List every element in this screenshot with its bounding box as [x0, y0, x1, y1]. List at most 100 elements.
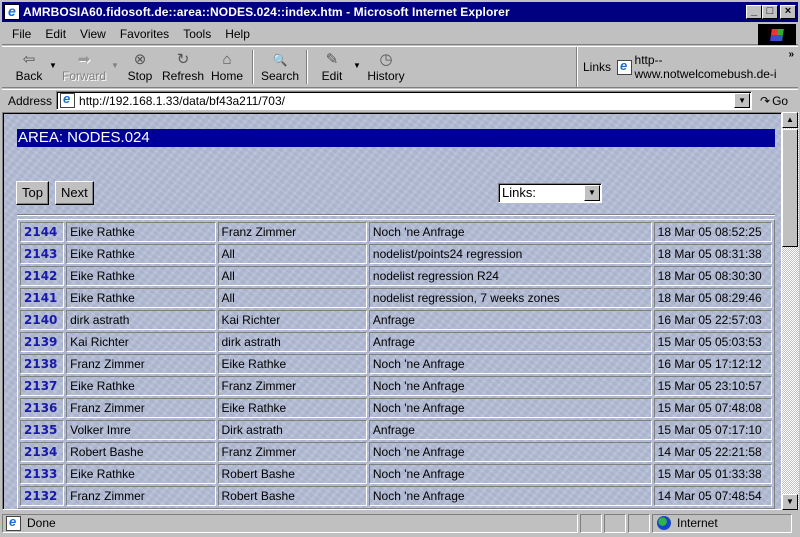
message-date: 18 Mar 05 08:52:25	[653, 222, 772, 242]
links-select-dropdown-button[interactable]: ▼	[584, 185, 600, 201]
search-icon: 🔍	[272, 53, 288, 67]
message-date: 15 Mar 05 05:03:53	[653, 332, 772, 352]
scroll-thumb[interactable]	[782, 129, 798, 247]
menu-view[interactable]: View	[73, 27, 113, 41]
links-label: Links	[583, 60, 612, 74]
message-to: Franz Zimmer	[217, 376, 367, 396]
message-row: 2136 Franz Zimmer Eike Rathke Noch 'ne Anfr…	[20, 398, 772, 418]
status-bar: Done Internet	[2, 512, 798, 534]
menu-favorites[interactable]: Favorites	[113, 27, 176, 41]
message-date: 15 Mar 05 07:17:10	[653, 420, 772, 440]
menu-file[interactable]: File	[2, 27, 38, 41]
message-row: 2132 Franz Zimmer Robert Bashe Noch 'ne Anf…	[20, 486, 772, 506]
divider	[17, 214, 775, 216]
message-subject: nodelist regression, 7 weeks zones	[368, 288, 652, 308]
stop-icon: ⊗	[133, 51, 147, 68]
message-from: Franz Zimmer	[66, 486, 216, 506]
message-subject: Anfrage	[368, 310, 652, 330]
maximize-button[interactable]: □	[762, 5, 778, 19]
message-from: Eike Rathke	[66, 288, 216, 308]
scroll-up-button[interactable]: ▲	[782, 112, 798, 128]
message-from: Kai Richter	[66, 332, 216, 352]
message-from: Eike Rathke	[66, 266, 216, 286]
top-button[interactable]: Top	[16, 181, 49, 205]
history-button[interactable]: ◷ History	[362, 47, 410, 87]
message-number-link[interactable]: 2139	[20, 332, 65, 352]
back-arrow-icon: ⇦	[22, 51, 36, 68]
message-to: Franz Zimmer	[217, 222, 367, 242]
next-button[interactable]: Next	[55, 181, 94, 205]
forward-arrow-icon: ➡	[77, 51, 91, 68]
message-date: 15 Mar 05 01:33:38	[653, 464, 772, 484]
ie-page-icon	[617, 58, 632, 75]
message-subject: Anfrage	[368, 332, 652, 352]
forward-dropdown-icon[interactable]: ▼	[110, 47, 120, 87]
address-bar: Address http://192.168.1.33/data/bf43a21…	[2, 89, 798, 111]
message-to: Eike Rathke	[217, 398, 367, 418]
forward-button[interactable]: ➡ Forward	[58, 47, 110, 87]
message-number-link[interactable]: 2133	[20, 464, 65, 484]
go-arrow-icon: ↷	[760, 93, 771, 108]
message-number-link[interactable]: 2141	[20, 288, 65, 308]
home-button[interactable]: ⌂ Home	[206, 47, 248, 87]
menu-edit[interactable]: Edit	[38, 27, 73, 41]
message-number-link[interactable]: 2143	[20, 244, 65, 264]
go-button[interactable]: ↷ Go	[760, 94, 788, 108]
message-from: Franz Zimmer	[66, 398, 216, 418]
back-label: Back	[15, 69, 43, 83]
links-bar: Links http--www.notwelcomebush.de-i »	[576, 47, 798, 87]
menu-help[interactable]: Help	[218, 27, 257, 41]
message-number-link[interactable]: 2132	[20, 486, 65, 506]
minimize-button[interactable]: _	[746, 5, 762, 19]
back-dropdown-icon[interactable]: ▼	[48, 47, 58, 87]
message-to: All	[217, 288, 367, 308]
message-from: Robert Bashe	[66, 442, 216, 462]
message-to: Robert Bashe	[217, 486, 367, 506]
refresh-label: Refresh	[161, 69, 205, 83]
edit-dropdown-icon[interactable]: ▼	[352, 47, 362, 87]
links-select[interactable]: Links: ▼	[498, 183, 602, 203]
message-number-link[interactable]: 2135	[20, 420, 65, 440]
address-url[interactable]: http://192.168.1.33/data/bf43a211/703/	[79, 94, 285, 108]
menu-tools[interactable]: Tools	[176, 27, 218, 41]
back-button[interactable]: ⇦ Back	[10, 47, 48, 87]
refresh-button[interactable]: ↻ Refresh	[160, 47, 206, 87]
history-label: History	[367, 69, 405, 83]
search-label: Search	[260, 69, 300, 83]
message-from: Eike Rathke	[66, 376, 216, 396]
message-number-link[interactable]: 2138	[20, 354, 65, 374]
address-input[interactable]: http://192.168.1.33/data/bf43a211/703/ ▼	[56, 91, 753, 110]
message-number-link[interactable]: 2144	[20, 222, 65, 242]
message-number-link[interactable]: 2137	[20, 376, 65, 396]
toolbar-separator	[252, 50, 254, 84]
zone-label: Internet	[677, 516, 718, 530]
message-number-link[interactable]: 2134	[20, 442, 65, 462]
home-label: Home	[210, 69, 243, 83]
vertical-scrollbar[interactable]: ▲ ▼	[782, 112, 799, 510]
address-label: Address	[8, 93, 53, 108]
message-row: 2134 Robert Bashe Franz Zimmer Noch 'ne Anf…	[20, 442, 772, 462]
search-button[interactable]: 🔍 Search	[258, 47, 302, 87]
edit-button[interactable]: ✎ Edit	[312, 47, 352, 87]
security-zone-panel: Internet	[652, 513, 792, 533]
message-number-link[interactable]: 2136	[20, 398, 65, 418]
message-number-link[interactable]: 2142	[20, 266, 65, 286]
message-row: 2140 dirk astrath Kai Richter Anfrage 16 Mar…	[20, 310, 772, 330]
message-to: dirk astrath	[217, 332, 367, 352]
windows-logo-icon	[758, 24, 796, 45]
chevron-more-icon[interactable]: »	[788, 49, 794, 60]
home-icon: ⌂	[222, 51, 232, 68]
message-row: 2139 Kai Richter dirk astrath Anfrage 15 Mar…	[20, 332, 772, 352]
close-button[interactable]: ×	[780, 5, 796, 19]
message-date: 18 Mar 05 08:31:38	[653, 244, 772, 264]
stop-button[interactable]: ⊗ Stop	[120, 47, 160, 87]
address-dropdown-button[interactable]: ▼	[734, 93, 751, 108]
standard-toolbar: ⇦ Back ▼ ➡ Forward ▼ ⊗ Stop ↻ Refresh ⌂ …	[2, 46, 798, 88]
message-subject: Noch 'ne Anfrage	[368, 442, 652, 462]
message-row: 2144 Eike Rathke Franz Zimmer Noch 'ne Anfr…	[20, 222, 772, 242]
message-subject: Noch 'ne Anfrage	[368, 398, 652, 418]
scroll-down-button[interactable]: ▼	[782, 494, 798, 510]
link-notwelcomebush[interactable]: http--www.notwelcomebush.de-i	[635, 53, 798, 81]
message-subject: Noch 'ne Anfrage	[368, 222, 652, 242]
message-number-link[interactable]: 2140	[20, 310, 65, 330]
